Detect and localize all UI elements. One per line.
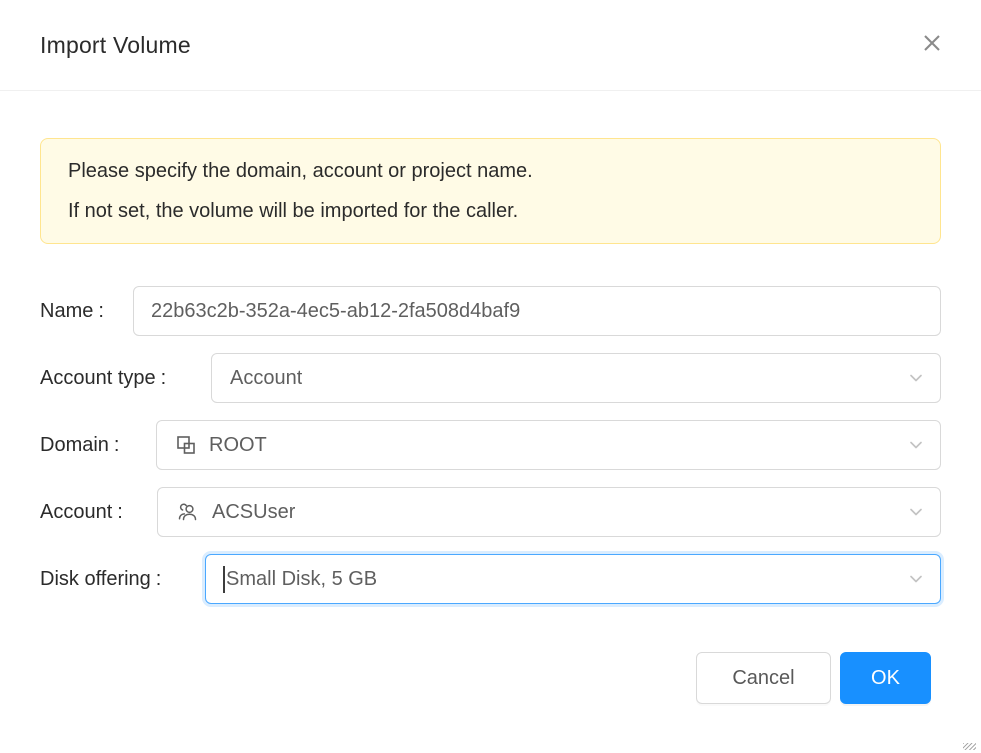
form-row-domain: Domain: ROOT xyxy=(40,420,941,470)
domain-select[interactable]: ROOT xyxy=(156,420,941,470)
account-value: ACSUser xyxy=(212,501,295,524)
disk-offering-select[interactable]: Small Disk, 5 GB xyxy=(205,554,941,604)
name-input[interactable] xyxy=(134,287,940,335)
domain-value: ROOT xyxy=(209,434,267,457)
domain-label: Domain: xyxy=(40,420,119,470)
disk-offering-label: Disk offering: xyxy=(40,554,161,604)
alert-line-1: Please specify the domain, account or pr… xyxy=(68,151,913,191)
name-label: Name: xyxy=(40,286,104,336)
disk-offering-value: Small Disk, 5 GB xyxy=(226,568,377,591)
cancel-button[interactable]: Cancel xyxy=(696,652,831,704)
form-row-account-type: Account type: Account xyxy=(40,353,941,403)
block-icon xyxy=(175,434,197,456)
account-type-select[interactable]: Account xyxy=(211,353,941,403)
modal-footer: Cancel OK xyxy=(0,652,931,704)
modal-header: Import Volume xyxy=(0,0,981,91)
account-type-value: Account xyxy=(230,367,302,390)
team-icon xyxy=(176,501,200,523)
alert-line-2: If not set, the volume will be imported … xyxy=(68,191,913,231)
close-button[interactable] xyxy=(919,31,945,57)
page-title: Import Volume xyxy=(40,32,191,59)
close-icon xyxy=(920,31,944,58)
form-row-account: Account: ACSUser xyxy=(40,487,941,537)
account-label: Account: xyxy=(40,487,123,537)
import-volume-modal: Import Volume Please specify the domain,… xyxy=(0,0,981,704)
name-input-wrapper xyxy=(133,286,941,336)
account-select[interactable]: ACSUser xyxy=(157,487,941,537)
import-volume-form: Name: Account type: Account xyxy=(40,286,941,604)
info-alert: Please specify the domain, account or pr… xyxy=(40,138,941,244)
ok-button[interactable]: OK xyxy=(840,652,931,704)
form-row-name: Name: xyxy=(40,286,941,336)
form-row-disk-offering: Disk offering: Small Disk, 5 GB xyxy=(40,554,941,604)
resize-grip-artifact xyxy=(963,743,976,750)
text-caret xyxy=(223,566,225,593)
account-type-label: Account type: xyxy=(40,353,166,403)
